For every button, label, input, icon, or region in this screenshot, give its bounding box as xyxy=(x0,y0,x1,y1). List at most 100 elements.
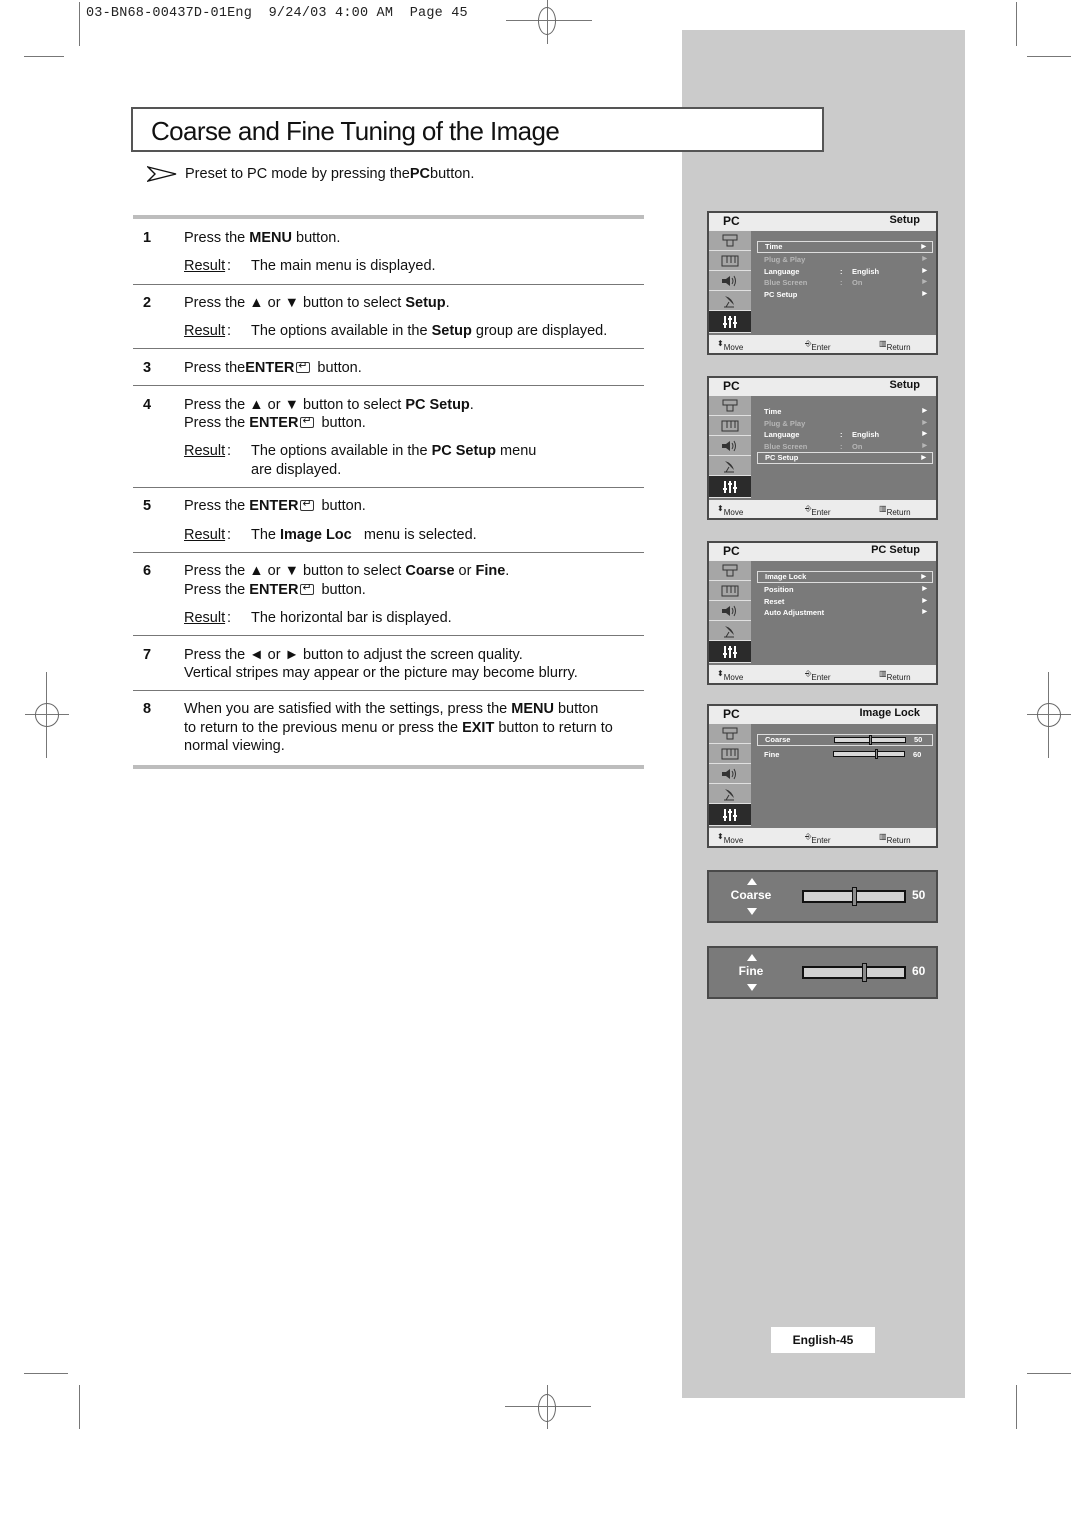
divider xyxy=(133,348,644,349)
sound-icon[interactable] xyxy=(709,601,751,621)
osd-menu-item[interactable]: Position ▶ xyxy=(757,584,933,596)
page-title: Coarse and Fine Tuning of the Image xyxy=(151,116,560,146)
return-hint: ▥ Return xyxy=(879,669,911,682)
osd-icon-column xyxy=(709,396,751,500)
osd-slider-bar[interactable] xyxy=(834,735,906,745)
step-result: The options available in the Setup group… xyxy=(251,323,608,339)
osd-source: PC xyxy=(723,544,740,558)
osd-menu-item[interactable]: Time ▶ xyxy=(757,406,933,418)
crop-mark xyxy=(1016,2,1017,46)
input-icon[interactable] xyxy=(709,561,751,581)
osd-menu-item[interactable]: Language: English ▶ xyxy=(757,266,933,278)
step-instruction: Press the ▲ or ▼ button to select PC Set… xyxy=(184,397,474,413)
setup-icon[interactable] xyxy=(709,641,751,663)
osd-icon-column xyxy=(709,231,751,335)
channel-icon[interactable] xyxy=(709,621,751,641)
osd-slider-value: 50 xyxy=(914,735,923,744)
submenu-arrow-icon: ▶ xyxy=(922,442,927,449)
submenu-arrow-icon: ▶ xyxy=(922,408,927,414)
input-icon[interactable] xyxy=(709,231,751,251)
osd-screen-setup: PC Setup Time ▶ Plug & Play ▶ Language: English… xyxy=(707,376,938,520)
submenu-arrow-icon: ▶ xyxy=(921,244,926,250)
osd-title: Setup xyxy=(889,379,920,391)
input-icon[interactable] xyxy=(709,396,751,416)
crop-mark xyxy=(1027,1373,1071,1374)
down-arrow-icon xyxy=(747,984,757,991)
crop-mark xyxy=(79,2,80,46)
submenu-arrow-icon: ▶ xyxy=(922,279,927,285)
step-number: 1 xyxy=(143,230,152,246)
osd-menu-item[interactable]: PC Setup ▶ xyxy=(757,289,933,301)
setup-icon[interactable] xyxy=(709,311,751,333)
step-instruction: Press the ◄ or ► button to adjust the sc… xyxy=(184,647,523,663)
divider xyxy=(133,487,644,488)
input-icon[interactable] xyxy=(709,724,751,744)
osd-slider-thumb[interactable] xyxy=(875,749,878,759)
divider xyxy=(133,552,644,553)
osd-menu-item[interactable]: Image Lock ▶ xyxy=(757,571,933,583)
result-label: Result xyxy=(184,443,226,459)
osd-menu-item[interactable]: PC Setup ▶ xyxy=(757,452,933,464)
divider xyxy=(133,284,644,285)
setup-icon[interactable] xyxy=(709,804,751,826)
osd-menu: Image Lock ▶ Position ▶ Reset ▶ Auto Adjustmen… xyxy=(757,571,933,619)
slider-knob[interactable] xyxy=(852,887,857,906)
submenu-arrow-icon: ▶ xyxy=(922,256,927,262)
setup-icon[interactable] xyxy=(709,476,751,498)
channel-icon[interactable] xyxy=(709,291,751,311)
picture-icon[interactable] xyxy=(709,416,751,436)
registration-circle xyxy=(35,703,59,727)
slider-knob[interactable] xyxy=(862,963,867,982)
osd-menu-item[interactable]: Plug & Play ▶ xyxy=(757,254,933,266)
coarse-slider[interactable] xyxy=(802,887,906,906)
fine-slider[interactable] xyxy=(802,963,906,982)
slider-label: Fine xyxy=(738,964,764,978)
enter-hint: ⎆ Enter xyxy=(805,832,831,845)
submenu-arrow-icon: ▶ xyxy=(922,290,927,297)
picture-icon[interactable] xyxy=(709,251,751,271)
osd-menu-item[interactable]: Reset ▶ xyxy=(757,596,933,608)
return-hint: ▥ Return xyxy=(879,832,911,845)
osd-menu-item[interactable]: Time ▶ xyxy=(757,241,933,253)
osd-slider-bar[interactable] xyxy=(833,749,905,759)
channel-icon[interactable] xyxy=(709,784,751,804)
osd-header: PC Setup xyxy=(709,213,936,231)
osd-slider-item[interactable]: Fine 60 xyxy=(757,749,933,761)
channel-icon[interactable] xyxy=(709,456,751,476)
enter-hint: ⎆ Enter xyxy=(805,339,831,352)
osd-item-value: On xyxy=(852,441,863,451)
osd-menu-item[interactable]: Blue Screen: On ▶ xyxy=(757,277,933,289)
osd-menu-item[interactable]: Plug & Play ▶ xyxy=(757,418,933,430)
move-hint: ⬍ Move xyxy=(717,832,744,845)
osd-slider-thumb[interactable] xyxy=(869,735,872,745)
osd-source: PC xyxy=(723,707,740,721)
divider xyxy=(133,765,644,769)
osd-menu-item[interactable]: Auto Adjustment ▶ xyxy=(757,607,933,619)
step-number: 8 xyxy=(143,701,152,717)
osd-slider-value: 60 xyxy=(913,750,922,759)
coarse-slider-box: Coarse 50 xyxy=(707,870,938,923)
osd-header: PC Image Lock xyxy=(709,706,936,724)
section-title-box: Coarse and Fine Tuning of the Image xyxy=(131,107,824,152)
move-hint: ⬍ Move xyxy=(717,669,744,682)
submenu-arrow-icon: ▶ xyxy=(922,597,927,604)
picture-icon[interactable] xyxy=(709,744,751,764)
osd-slider-item[interactable]: Coarse 50 xyxy=(757,734,933,746)
osd-menu-item[interactable]: Language: English ▶ xyxy=(757,429,933,441)
slider-value: 50 xyxy=(912,888,926,902)
osd-footer: ⬍ Move ⎆ Enter ▥ Return xyxy=(709,828,936,846)
enter-icon xyxy=(300,497,315,511)
osd-footer: ⬍ Move ⎆ Enter ▥ Return xyxy=(709,335,936,353)
divider xyxy=(133,635,644,636)
osd-screen-pc-setup: PC PC Setup Image Lock ▶ Position ▶ Reset ▶ Auto… xyxy=(707,541,938,685)
osd-item-value: English xyxy=(852,266,880,276)
osd-header: PC PC Setup xyxy=(709,543,936,561)
osd-menu-item[interactable]: Blue Screen: On ▶ xyxy=(757,441,933,453)
step-number: 4 xyxy=(143,397,152,413)
sound-icon[interactable] xyxy=(709,764,751,784)
sound-icon[interactable] xyxy=(709,271,751,291)
picture-icon[interactable] xyxy=(709,581,751,601)
result-label: Result xyxy=(184,258,226,274)
page-number: English-45 xyxy=(771,1327,875,1353)
sound-icon[interactable] xyxy=(709,436,751,456)
